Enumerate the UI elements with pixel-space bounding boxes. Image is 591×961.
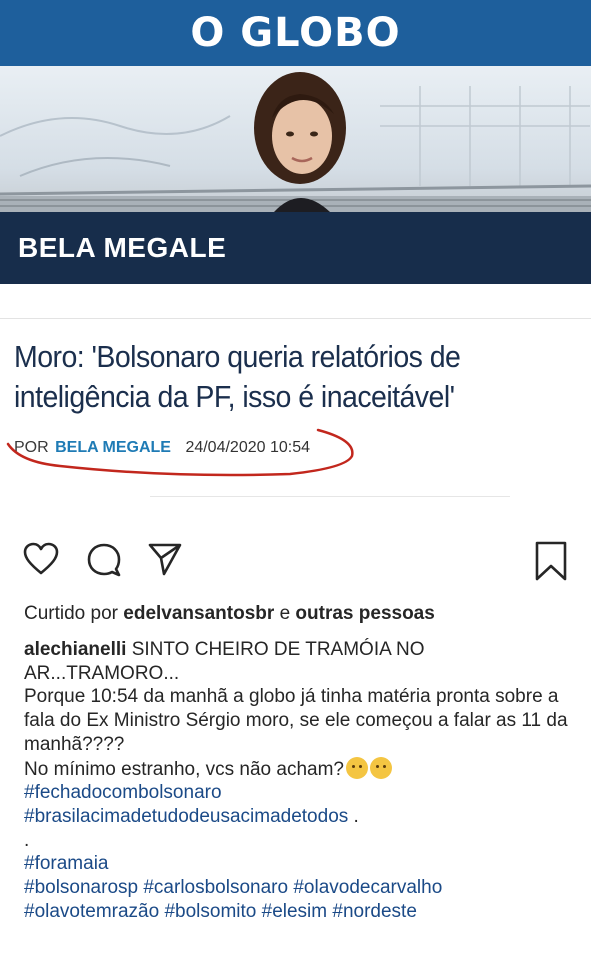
columnist-name: BELA MEGALE [18, 232, 227, 263]
likes-prefix: Curtido por [24, 603, 118, 624]
columnist-bar: BELA MEGALE [0, 212, 591, 284]
red-underline-annotation [6, 428, 354, 477]
others-link[interactable]: outras pessoas [295, 603, 434, 624]
caption-dot: . [24, 829, 30, 851]
monocle-face-emoji-icon [370, 756, 392, 779]
likes-summary[interactable]: Curtido por edelvansantosbr e outras pes… [24, 603, 435, 625]
hashtag-link[interactable]: #brasilacimadetudodeusacimadetodos [24, 806, 348, 827]
thinking-face-emoji-icon [346, 756, 368, 779]
post-actions-bar [0, 540, 591, 588]
caption-line: Porque 10:54 da manhã a globo já tinha m… [24, 686, 568, 755]
liked-by-user-link[interactable]: edelvansantosbr [123, 603, 274, 624]
hashtag-links-line[interactable]: #olavotemrazão #bolsomito #elesim #norde… [24, 901, 417, 922]
author-photo [254, 72, 346, 212]
globo-logo: O GLOBO [190, 10, 401, 56]
caption-line: No mínimo estranho, vcs não acham? [24, 758, 344, 780]
columnist-banner [0, 66, 591, 212]
hashtag-link[interactable]: #foramaia [24, 853, 109, 874]
heart-icon[interactable] [22, 540, 60, 578]
bookmark-icon[interactable] [533, 540, 569, 582]
post-caption: alechianelli SINTO CHEIRO DE TRAMÓIA NO … [24, 638, 574, 923]
divider [150, 496, 510, 497]
caption-username-link[interactable]: alechianelli [24, 639, 126, 660]
comment-icon[interactable] [85, 540, 123, 578]
globo-header: O GLOBO [0, 0, 591, 66]
send-icon[interactable] [146, 540, 184, 578]
caption-suffix: . [348, 805, 359, 827]
article-headline[interactable]: Moro: 'Bolsonaro queria relatórios de in… [14, 337, 529, 417]
hashtag-links-line[interactable]: #bolsonarosp #carlosbolsonaro #olavodeca… [24, 877, 442, 898]
hashtag-link[interactable]: #fechadocombolsonaro [24, 782, 222, 803]
likes-connector: e [279, 603, 291, 624]
